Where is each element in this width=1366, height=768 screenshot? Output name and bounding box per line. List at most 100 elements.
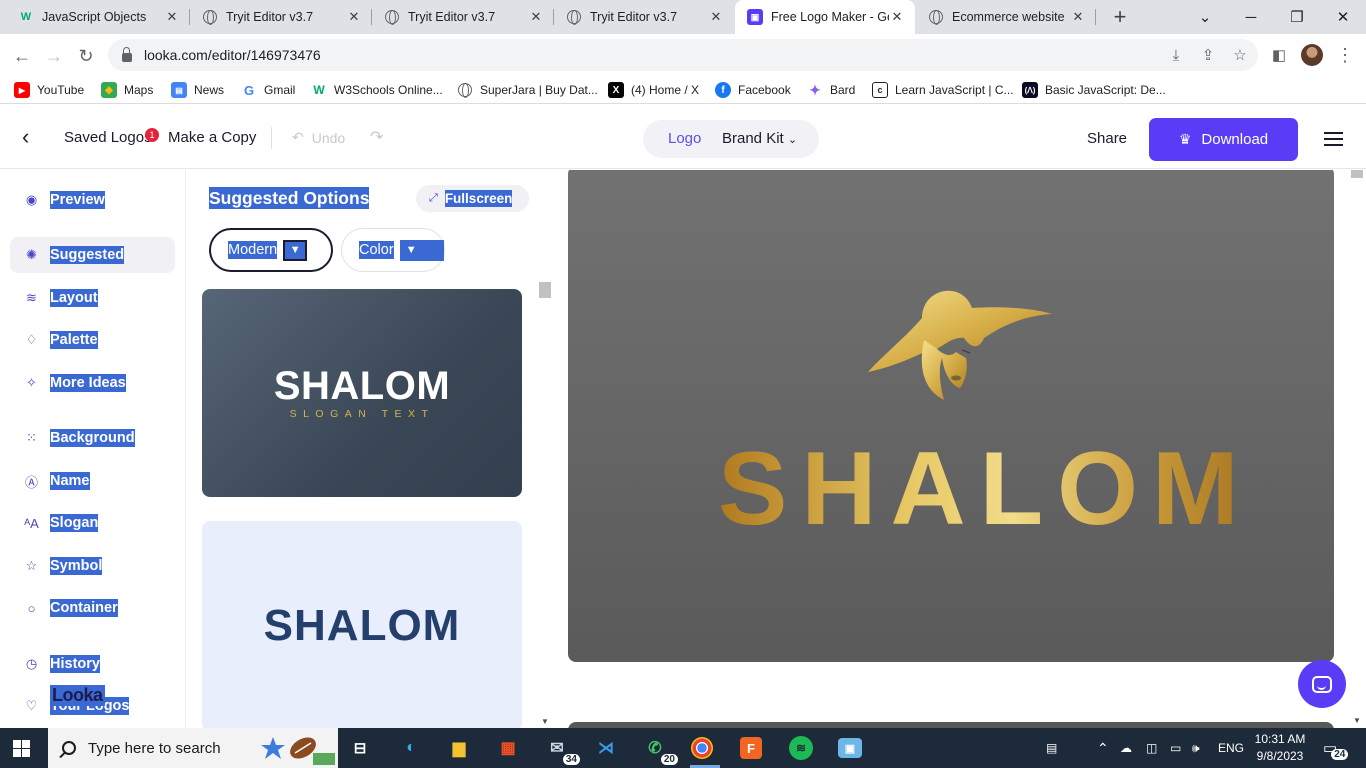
whatsapp-icon[interactable]: ✆ 20 xyxy=(641,734,678,765)
color-filter-dropdown[interactable]: Color ▼ xyxy=(341,228,445,272)
browser-tab[interactable]: W JavaScript Objects ✕ xyxy=(6,0,190,34)
bookmark-freecodecamp[interactable]: (ᐱ) Basic JavaScript: De... xyxy=(1022,80,1166,100)
sidebar-item-more-ideas[interactable]: ✧ More Ideas xyxy=(10,365,175,401)
saved-logos-link[interactable]: Saved Logos xyxy=(64,129,152,146)
close-tab-icon[interactable]: ✕ xyxy=(346,9,362,25)
close-tab-icon[interactable]: ✕ xyxy=(889,9,905,25)
network-alert-icon[interactable]: ☁ xyxy=(1120,728,1132,768)
download-label: Download xyxy=(1201,131,1269,148)
vscode-icon[interactable]: ⋊ xyxy=(592,734,620,762)
sidebar-item-symbol[interactable]: ☆ Symbol xyxy=(10,548,175,584)
notifications-icon[interactable]: ▭ 24 xyxy=(1323,728,1349,768)
close-window-button[interactable]: ✕ xyxy=(1320,0,1366,34)
back-icon[interactable]: ← xyxy=(8,42,36,70)
suggestion-card[interactable]: SHALOM SLOGAN TEXT xyxy=(202,289,522,497)
panel-title-text: Suggested Options xyxy=(209,187,370,209)
restore-button[interactable]: ❐ xyxy=(1274,0,1320,34)
bookmark-news[interactable]: ▤ News xyxy=(171,80,224,100)
address-bar[interactable]: looka.com/editor/146973476 xyxy=(108,39,1258,71)
close-tab-icon[interactable]: ✕ xyxy=(708,9,724,25)
battery-icon[interactable]: ▭ xyxy=(1170,728,1181,768)
bookmark-label: Bard xyxy=(830,83,856,97)
bookmark-maps[interactable]: ◆ Maps xyxy=(101,80,153,100)
language-indicator[interactable]: ENG xyxy=(1218,728,1244,768)
undo-button[interactable]: ↶ Undo xyxy=(292,129,345,146)
system-clock[interactable]: 10:31 AM 9/8/2023 xyxy=(1250,731,1310,765)
back-arrow-icon[interactable]: ‹ xyxy=(22,124,42,149)
bookmark-facebook[interactable]: f Facebook xyxy=(715,80,791,100)
bookmark-superjara[interactable]: SuperJara | Buy Dat... xyxy=(457,80,598,100)
file-explorer-icon[interactable]: ▆ xyxy=(445,734,473,762)
redo-icon[interactable]: ↷ xyxy=(370,127,383,147)
bookmark-youtube[interactable]: ▶ YouTube xyxy=(14,80,84,100)
browser-tab[interactable]: Tryit Editor v3.7 ✕ xyxy=(554,0,734,34)
browser-tab[interactable]: Tryit Editor v3.7 ✕ xyxy=(372,0,554,34)
close-tab-icon[interactable]: ✕ xyxy=(1070,9,1086,25)
sidebar-item-container[interactable]: ○ Container xyxy=(10,590,175,626)
sidebar-item-history[interactable]: ◷ History xyxy=(10,646,175,682)
sidebar-item-name[interactable]: Ⓐ Name xyxy=(10,463,175,499)
bookmark-w3schools[interactable]: W W3Schools Online... xyxy=(311,80,442,100)
browser-tab-active[interactable]: ▣ Free Logo Maker - Get ✕ xyxy=(735,0,915,34)
bookmark-label: News xyxy=(194,83,225,97)
bookmark-codecademy[interactable]: c Learn JavaScript | C... xyxy=(872,80,1014,100)
volume-icon[interactable]: 🕪 xyxy=(1192,728,1200,768)
control-panel-icon[interactable]: ▣ xyxy=(838,738,862,758)
task-view-icon[interactable]: ⊟ xyxy=(346,734,374,762)
install-app-icon[interactable]: ⤓ xyxy=(1163,42,1189,68)
show-hidden-icons[interactable]: ⌃ xyxy=(1097,728,1109,768)
camera-icon[interactable]: ◫ xyxy=(1146,728,1157,768)
forward-icon[interactable]: → xyxy=(40,42,68,70)
scroll-down-icon[interactable]: ▼ xyxy=(1353,716,1361,725)
close-tab-icon[interactable]: ✕ xyxy=(528,9,544,25)
style-filter-dropdown[interactable]: Modern ▼ xyxy=(209,228,333,272)
side-panel-icon[interactable]: ◧ xyxy=(1266,42,1292,68)
sidebar-item-label: Container xyxy=(50,599,118,617)
new-tab-button[interactable]: + xyxy=(1108,4,1132,29)
canvas-scrollbar[interactable]: ▼ xyxy=(1349,170,1366,728)
chat-support-button[interactable] xyxy=(1298,660,1346,708)
browser-tab[interactable]: Ecommerce website ✕ xyxy=(916,0,1096,34)
tab-search-icon[interactable]: ⌄ xyxy=(1182,0,1228,34)
minimize-button[interactable]: ─ xyxy=(1228,0,1274,34)
sidebar-item-palette[interactable]: ♢ Palette xyxy=(10,322,175,358)
tab-brand-kit[interactable]: Brand Kit ⌄ xyxy=(722,130,797,147)
scrollbar-thumb[interactable] xyxy=(539,282,551,298)
fl-studio-icon[interactable]: F xyxy=(740,737,762,759)
bookmark-star-icon[interactable]: ☆ xyxy=(1227,42,1253,68)
bookmark-bard[interactable]: ✦ Bard xyxy=(807,80,855,100)
tab-logo[interactable]: Logo xyxy=(668,130,701,147)
sidebar-item-slogan[interactable]: ᴬA Slogan xyxy=(10,505,175,541)
windows-start-icon[interactable] xyxy=(13,740,30,757)
profile-avatar[interactable] xyxy=(1301,44,1323,66)
hamburger-menu-icon[interactable] xyxy=(1324,132,1343,146)
spotify-icon[interactable]: ≋ xyxy=(789,736,813,760)
reload-icon[interactable]: ↻ xyxy=(72,42,100,70)
bookmark-x[interactable]: X (4) Home / X xyxy=(608,80,699,100)
download-button[interactable]: ♛ Download xyxy=(1149,118,1298,161)
make-copy-link[interactable]: Make a Copy xyxy=(168,129,256,146)
sidebar-item-layout[interactable]: ≋ Layout xyxy=(10,280,175,316)
browser-tab[interactable]: Tryit Editor v3.7 ✕ xyxy=(190,0,372,34)
sidebar-item-suggested[interactable]: ✺ Suggested xyxy=(10,237,175,273)
suggestion-card[interactable]: SHALOM xyxy=(202,521,522,728)
scroll-down-icon[interactable]: ▼ xyxy=(541,717,549,726)
browser-menu-icon[interactable]: ⋮ xyxy=(1335,43,1355,67)
news-widget-icon[interactable]: ▤ xyxy=(1046,728,1057,768)
edge-icon[interactable]: ◐ xyxy=(397,734,425,762)
share-button[interactable]: Share xyxy=(1087,130,1127,147)
fullscreen-button[interactable]: ⤢ Fullscreen xyxy=(416,185,529,212)
scrollbar-thumb[interactable] xyxy=(1351,170,1363,178)
chrome-icon[interactable] xyxy=(691,737,713,759)
sidebar-item-background[interactable]: ⁙ Background xyxy=(10,420,175,456)
share-page-icon[interactable]: ⇪ xyxy=(1195,42,1221,68)
close-tab-icon[interactable]: ✕ xyxy=(164,9,180,25)
microsoft-store-icon[interactable]: ▦ xyxy=(494,734,522,762)
sidebar-item-preview[interactable]: ◉ Preview xyxy=(10,182,175,218)
bookmark-gmail[interactable]: G Gmail xyxy=(241,80,295,100)
mail-icon[interactable]: ✉ 34 xyxy=(543,734,580,765)
panel-scrollbar[interactable]: ▼ xyxy=(538,282,552,728)
w3schools-icon: W xyxy=(20,11,32,23)
logo-canvas[interactable]: SHALOM xyxy=(568,170,1334,662)
magic-wand-icon: ✧ xyxy=(26,375,37,390)
